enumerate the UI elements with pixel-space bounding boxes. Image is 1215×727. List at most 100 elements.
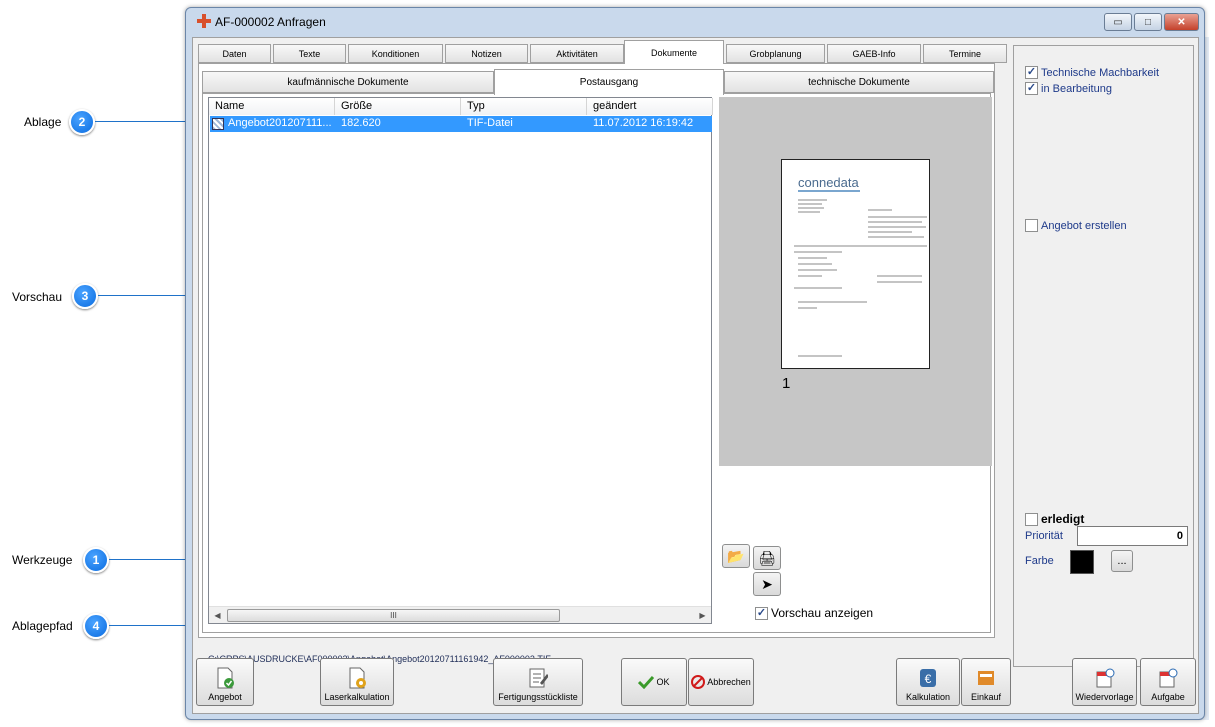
close-button[interactable]: ✕ bbox=[1164, 13, 1199, 31]
file-size: 182.620 bbox=[341, 117, 381, 129]
client-area: Daten Texte Konditionen Notizen Aktivitä… bbox=[192, 37, 1199, 714]
choose-color-button[interactable]: ... bbox=[1111, 550, 1133, 572]
document-preview[interactable]: connedata 1 bbox=[719, 97, 992, 466]
file-changed: 11.07.2012 16:19:42 bbox=[593, 117, 694, 129]
preview-page-number: 1 bbox=[782, 375, 791, 392]
tab-texte[interactable]: Texte bbox=[273, 44, 346, 63]
laserkalkulation-button[interactable]: Laserkalkulation bbox=[320, 658, 394, 706]
folder-icon: 📂 bbox=[727, 547, 745, 564]
tab-dokumente[interactable]: Dokumente bbox=[624, 40, 724, 64]
tab-aktivitaeten[interactable]: Aktivitäten bbox=[530, 44, 624, 63]
tab-termine[interactable]: Termine bbox=[923, 44, 1007, 63]
aufgabe-label: Aufgabe bbox=[1151, 692, 1185, 702]
dokumente-page: kaufmännische Dokumente Postausgang tech… bbox=[198, 63, 995, 664]
document-edit-icon bbox=[529, 668, 548, 688]
file-name: Angebot201207111... bbox=[228, 117, 332, 129]
checkbox-in-bearbeitung[interactable]: ✓ in Bearbeitung bbox=[1025, 82, 1112, 95]
tab-konditionen[interactable]: Konditionen bbox=[348, 44, 443, 63]
tab-notizen[interactable]: Notizen bbox=[445, 44, 528, 63]
fertigungsstueckliste-label: Fertigungsstückliste bbox=[498, 692, 578, 702]
prioritaet-input[interactable]: 0 bbox=[1077, 526, 1188, 546]
scroll-right-icon[interactable]: ▶ bbox=[694, 607, 711, 624]
wiedervorlage-button[interactable]: Wiedervorlage bbox=[1072, 658, 1137, 706]
angebot-label: Angebot bbox=[208, 692, 242, 702]
calendar-clock-icon bbox=[1159, 668, 1178, 688]
maximize-button[interactable]: □ bbox=[1134, 13, 1162, 31]
checkbox-label: Angebot erstellen bbox=[1041, 219, 1127, 232]
checkbox-angebot-erstellen[interactable]: Angebot erstellen bbox=[1025, 219, 1127, 232]
angebot-button[interactable]: Angebot bbox=[196, 658, 254, 706]
callout-label-vorschau: Vorschau bbox=[12, 290, 63, 304]
column-header-changed[interactable]: geändert bbox=[587, 98, 713, 115]
checkbox-box[interactable] bbox=[1025, 219, 1038, 232]
send-button[interactable]: ➤ bbox=[753, 572, 781, 596]
einkauf-button[interactable]: Einkauf bbox=[961, 658, 1011, 706]
euro-icon: € bbox=[920, 669, 936, 687]
check-icon[interactable]: ✓ bbox=[755, 606, 768, 620]
tab-gaeb-info[interactable]: GAEB-Info bbox=[827, 44, 921, 63]
truck-icon bbox=[978, 671, 994, 685]
tif-file-icon bbox=[212, 118, 224, 130]
anfragen-window: AF-000002 Anfragen ▭ □ ✕ Daten Texte Kon… bbox=[185, 7, 1205, 720]
callout-badge-ablage: 2 bbox=[69, 109, 95, 135]
tab-grobplanung[interactable]: Grobplanung bbox=[726, 44, 825, 63]
open-folder-button[interactable]: 📂 bbox=[722, 544, 750, 568]
einkauf-label: Einkauf bbox=[970, 692, 1002, 702]
callout-badge-ablagepfad: 4 bbox=[83, 613, 109, 639]
column-header-size[interactable]: Größe bbox=[335, 98, 461, 115]
file-list-header: Name Größe Typ geändert bbox=[209, 98, 713, 115]
callout-label-ablage: Ablage bbox=[24, 115, 62, 129]
svg-text:€: € bbox=[925, 672, 932, 686]
aufgabe-button[interactable]: Aufgabe bbox=[1140, 658, 1196, 706]
farbe-label: Farbe bbox=[1025, 555, 1054, 567]
print-button[interactable]: 🖨 bbox=[753, 546, 781, 570]
show-preview-checkbox[interactable]: ✓ Vorschau anzeigen bbox=[755, 606, 873, 620]
status-panel: ✓ Technische Machbarkeit ✓ in Bearbeitun… bbox=[1013, 45, 1194, 667]
hscroll-thumb[interactable]: III bbox=[227, 609, 560, 622]
laserkalkulation-label: Laserkalkulation bbox=[324, 692, 390, 702]
checkbox-erledigt[interactable]: erledigt bbox=[1025, 512, 1084, 526]
column-header-type[interactable]: Typ bbox=[461, 98, 587, 115]
file-list[interactable]: Name Größe Typ geändert Angebot201207111… bbox=[208, 97, 713, 624]
document-gear-icon bbox=[349, 667, 366, 689]
abbrechen-label: Abbrechen bbox=[707, 677, 751, 687]
callout-label-ablagepfad: Ablagepfad bbox=[12, 619, 73, 633]
cancel-icon bbox=[691, 675, 706, 689]
checkbox-box[interactable] bbox=[1025, 512, 1038, 526]
erledigt-label: erledigt bbox=[1041, 512, 1085, 526]
color-swatch[interactable] bbox=[1070, 550, 1094, 574]
callout-badge-vorschau: 3 bbox=[72, 283, 98, 309]
calendar-clock-icon bbox=[1096, 668, 1114, 688]
tab-daten[interactable]: Daten bbox=[198, 44, 271, 63]
prioritaet-label: Priorität bbox=[1025, 530, 1063, 542]
subtab-technische-dokumente[interactable]: technische Dokumente bbox=[724, 71, 994, 93]
send-arrow-icon: ➤ bbox=[761, 575, 773, 592]
show-preview-label: Vorschau anzeigen bbox=[771, 606, 874, 620]
fertigungsstueckliste-button[interactable]: Fertigungsstückliste bbox=[493, 658, 583, 706]
titlebar[interactable]: AF-000002 Anfragen ▭ □ ✕ bbox=[186, 8, 1204, 36]
checkbox-label: Technische Machbarkeit bbox=[1041, 66, 1160, 79]
window-title: AF-000002 Anfragen bbox=[215, 15, 326, 29]
subtab-postausgang[interactable]: Postausgang bbox=[494, 69, 724, 95]
callout-label-werkzeuge: Werkzeuge bbox=[12, 553, 73, 567]
preview-page-thumbnail[interactable]: connedata bbox=[781, 159, 930, 369]
ok-label: OK bbox=[656, 677, 670, 687]
app-cross-icon bbox=[197, 14, 211, 28]
printer-icon: 🖨 bbox=[758, 549, 776, 566]
column-header-name[interactable]: Name bbox=[209, 98, 335, 115]
kalkulation-button[interactable]: € Kalkulation bbox=[896, 658, 960, 706]
document-check-icon bbox=[217, 667, 234, 689]
checkmark-icon bbox=[638, 675, 655, 689]
subtab-kaufmaennische-dokumente[interactable]: kaufmännische Dokumente bbox=[202, 71, 494, 93]
abbrechen-button[interactable]: Abbrechen bbox=[688, 658, 754, 706]
ok-button[interactable]: OK bbox=[621, 658, 687, 706]
postausgang-page: Name Größe Typ geändert Angebot201207111… bbox=[202, 93, 992, 633]
checkbox-technische-machbarkeit[interactable]: ✓ Technische Machbarkeit bbox=[1025, 66, 1159, 79]
check-icon[interactable]: ✓ bbox=[1025, 66, 1038, 79]
file-row[interactable]: Angebot201207111... 182.620 TIF-Datei 11… bbox=[210, 116, 712, 132]
minimize-button[interactable]: ▭ bbox=[1104, 13, 1132, 31]
file-list-hscroll[interactable]: ◀ III ▶ bbox=[209, 606, 711, 623]
callout-badge-werkzeuge: 1 bbox=[83, 547, 109, 573]
scroll-left-icon[interactable]: ◀ bbox=[209, 607, 226, 624]
check-icon[interactable]: ✓ bbox=[1025, 82, 1038, 95]
